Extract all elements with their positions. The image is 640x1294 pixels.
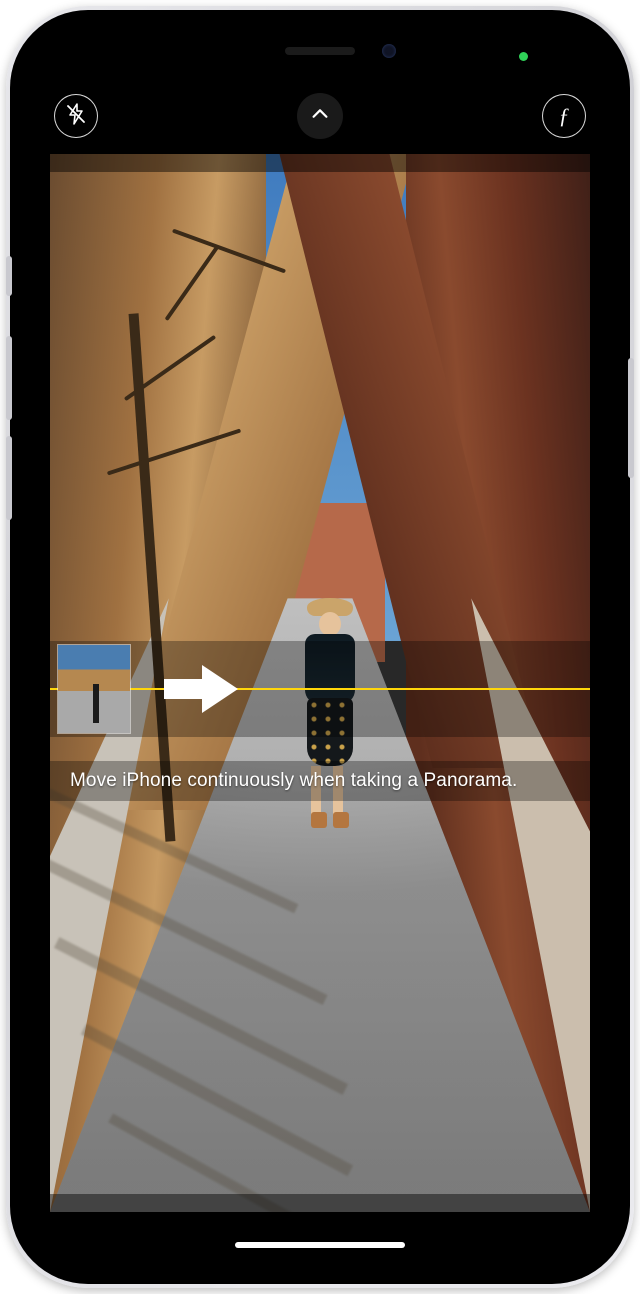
viewfinder-letterbox-top	[50, 154, 590, 172]
privacy-indicator-icon	[519, 52, 528, 61]
camera-viewfinder[interactable]: Move iPhone continuously when taking a P…	[50, 154, 590, 1212]
camera-top-controls: ƒ	[32, 90, 608, 142]
home-indicator[interactable]	[235, 1242, 405, 1248]
side-button	[628, 358, 634, 478]
panorama-guide-track[interactable]	[50, 641, 590, 737]
volume-down-button	[6, 436, 12, 520]
filters-button[interactable]: ƒ	[542, 94, 586, 138]
front-camera	[382, 44, 396, 58]
viewfinder-letterbox-bottom	[50, 1194, 590, 1212]
panorama-instruction-bar: Move iPhone continuously when taking a P…	[50, 761, 590, 801]
screen: ƒ	[32, 32, 608, 1262]
notch	[198, 32, 442, 70]
panorama-center-line	[50, 688, 590, 690]
panorama-instruction-text: Move iPhone continuously when taking a P…	[70, 770, 517, 792]
device-frame: ƒ	[6, 6, 634, 1288]
panorama-direction-arrow-icon	[162, 663, 240, 715]
f-stop-icon: ƒ	[559, 103, 570, 129]
earpiece-speaker	[285, 47, 355, 55]
flash-off-icon	[64, 102, 88, 131]
panorama-preview-thumbnail	[58, 645, 130, 733]
volume-up-button	[6, 336, 12, 420]
chevron-up-icon	[309, 103, 331, 130]
silent-switch	[6, 256, 12, 296]
camera-controls-expand-button[interactable]	[297, 93, 343, 139]
flash-toggle-button[interactable]	[54, 94, 98, 138]
